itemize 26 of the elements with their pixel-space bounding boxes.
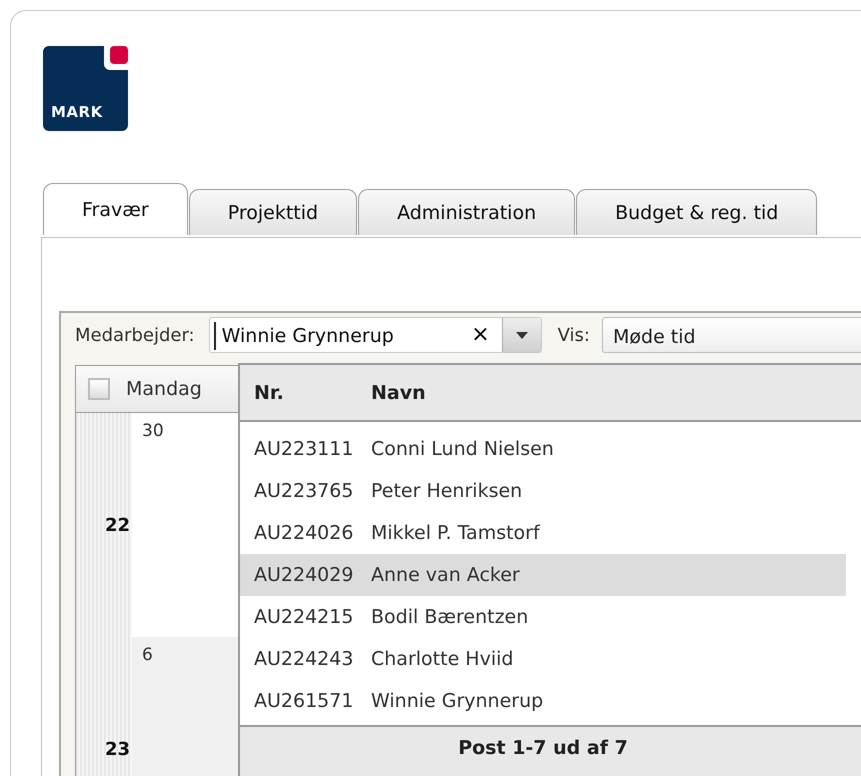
view-select[interactable]: Møde tid bbox=[602, 317, 861, 353]
column-header: Nr. bbox=[253, 382, 285, 404]
clear-button[interactable]: × bbox=[459, 318, 502, 352]
week-number: 23 bbox=[76, 637, 132, 776]
logo: MARK bbox=[43, 46, 128, 131]
employee-label: Medarbejder: bbox=[75, 324, 195, 346]
tab[interactable]: Administration bbox=[358, 189, 576, 235]
column-header: Navn bbox=[371, 382, 426, 404]
list-row[interactable]: AU223765 Peter Henriksen bbox=[240, 470, 846, 512]
list-row[interactable]: AU261571 Winnie Grynnerup bbox=[240, 680, 846, 722]
list-footer: Post 1-7 ud af 7 bbox=[240, 725, 861, 776]
day-header: Mandag bbox=[126, 378, 202, 400]
caret-icon bbox=[516, 332, 528, 338]
list-row[interactable]: AU224243 Charlotte Hviid bbox=[240, 638, 846, 680]
list-row[interactable]: AU224026 Mikkel P. Tamstorf bbox=[240, 512, 846, 554]
employee-combo[interactable]: Winnie Grynnerup × bbox=[208, 317, 542, 353]
list-row[interactable]: AU224029 Anne van Acker bbox=[240, 554, 846, 596]
list-row[interactable]: AU224215 Bodil Bærentzen bbox=[240, 596, 846, 638]
checkbox[interactable] bbox=[88, 378, 110, 400]
tab[interactable]: Fravær bbox=[43, 183, 188, 235]
tab[interactable]: Projekttid bbox=[188, 189, 358, 235]
dropdown-button[interactable] bbox=[502, 318, 541, 352]
week-number: 22 bbox=[76, 413, 132, 637]
list-row[interactable]: AU223111 Conni Lund Nielsen bbox=[240, 428, 846, 470]
tab[interactable]: Budget & reg. tid bbox=[576, 189, 818, 235]
view-label: Vis: bbox=[558, 324, 590, 346]
